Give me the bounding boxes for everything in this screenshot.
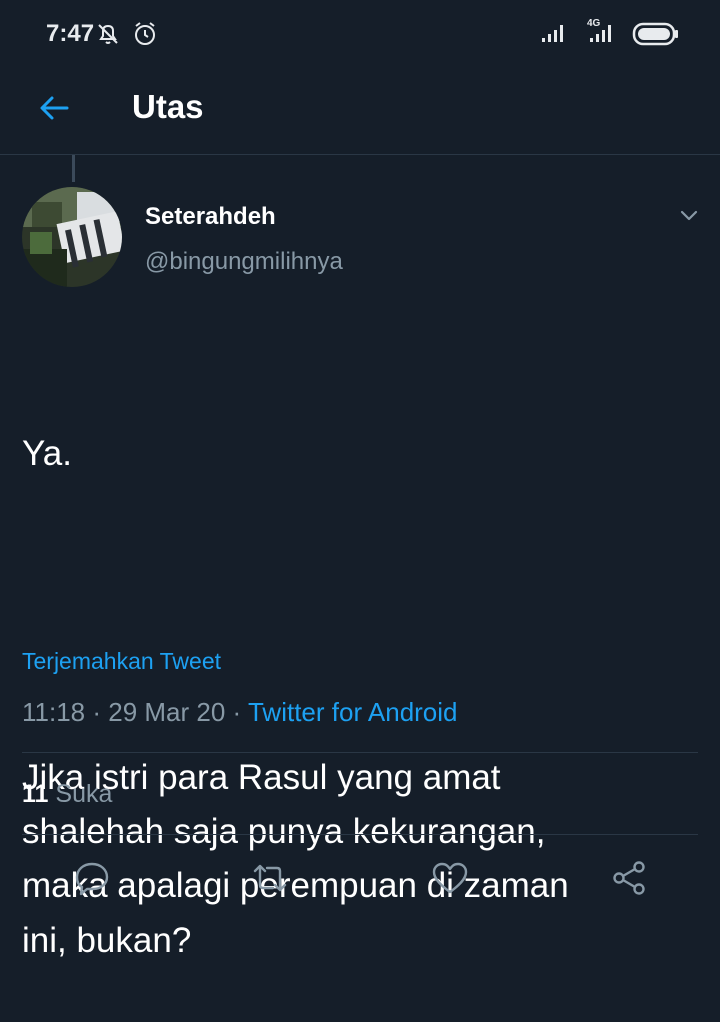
arrow-left-icon <box>37 91 71 130</box>
tweet-options-button[interactable] <box>672 200 706 234</box>
meta-separator: · <box>225 697 248 727</box>
tweet-text-line: Ya. <box>22 433 72 473</box>
tweet-date: 29 Mar 20 <box>108 697 226 727</box>
page-title: Utas <box>132 88 204 125</box>
avatar[interactable] <box>22 187 122 287</box>
likes-number: 11 <box>22 780 49 808</box>
retweet-button[interactable] <box>248 858 292 902</box>
chevron-down-icon <box>677 203 701 232</box>
like-icon <box>431 859 469 902</box>
signal-icon <box>540 22 570 49</box>
share-button[interactable] <box>607 858 651 902</box>
author-handle[interactable]: @bingungmilihnya <box>145 248 343 276</box>
signal-4g-icon: 4G <box>584 16 624 49</box>
retweet-icon <box>251 859 289 902</box>
likes-count[interactable]: 11 Suka <box>22 780 112 809</box>
likes-label: Suka <box>55 780 113 808</box>
tweet-time: 11:18 <box>22 697 86 727</box>
alarm-icon <box>132 21 158 52</box>
author-name[interactable]: Seterahdeh <box>145 203 276 231</box>
meta-separator: · <box>85 697 109 727</box>
translate-tweet-link[interactable]: Terjemahkan Tweet <box>22 648 221 675</box>
back-button[interactable] <box>30 86 78 134</box>
thread-connector-line <box>72 155 75 182</box>
status-time: 7:47 <box>46 20 95 47</box>
svg-text:4G: 4G <box>587 18 601 29</box>
top-app-bar: Utas <box>0 68 720 155</box>
like-button[interactable] <box>428 858 472 902</box>
tweet-text-paragraph: Jika istri para Rasul yang amat shalehah… <box>22 757 569 960</box>
tweet-meta: 11:18 · 29 Mar 20 · Twitter for Android <box>22 697 458 728</box>
share-icon <box>610 859 648 902</box>
notifications-off-icon <box>95 21 121 52</box>
reply-button[interactable] <box>70 858 114 902</box>
divider <box>22 752 698 753</box>
divider <box>22 834 698 835</box>
battery-icon <box>632 22 680 51</box>
reply-icon <box>73 859 111 902</box>
tweet-source-link[interactable]: Twitter for Android <box>248 697 458 727</box>
status-bar: 7:47 4G <box>0 0 720 68</box>
